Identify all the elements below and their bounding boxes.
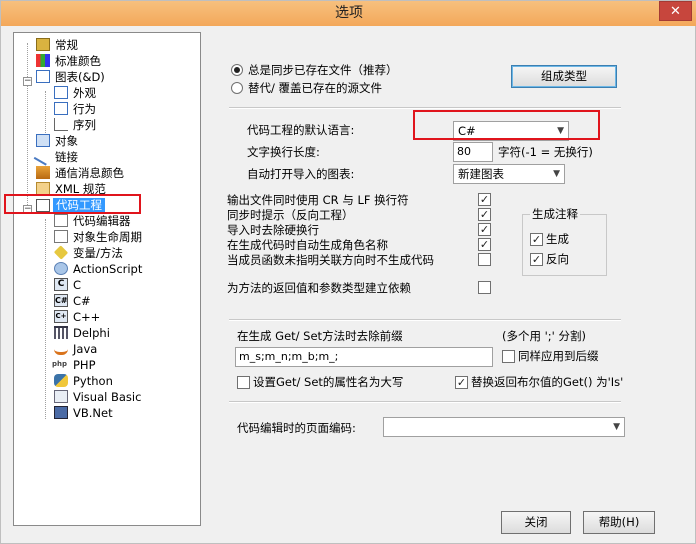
gen-notes-generate-label: 生成 xyxy=(546,232,569,246)
palette-icon xyxy=(36,54,50,67)
separator xyxy=(229,319,621,321)
close-window-button[interactable]: ✕ xyxy=(659,1,692,21)
object-icon xyxy=(36,134,50,147)
wrap-length-input[interactable]: 80 xyxy=(453,142,493,162)
diagram-icon xyxy=(36,70,50,83)
option-strip-hardbreaks-checkbox[interactable]: ✓ xyxy=(478,223,491,236)
option-role-names-checkbox[interactable]: ✓ xyxy=(478,238,491,251)
option-prompt-sync-checkbox[interactable]: ✓ xyxy=(478,208,491,221)
page-encoding-label: 代码编辑时的页面编码: xyxy=(237,421,356,435)
actionscript-icon xyxy=(54,262,68,275)
option-crlf-checkbox[interactable]: ✓ xyxy=(478,193,491,206)
open-imported-select[interactable]: 新建图表 ▼ xyxy=(453,164,565,184)
tree-line xyxy=(45,219,46,419)
strip-prefix-hint: (多个用 ';' 分割) xyxy=(502,329,586,343)
visual-basic-icon xyxy=(54,390,68,403)
highlight-box-tree xyxy=(4,194,141,214)
radio-overwrite-existing[interactable] xyxy=(231,82,243,94)
option-prompt-sync-label: 同步时提示（反向工程） xyxy=(227,208,354,222)
group-types-button[interactable]: 组成类型 xyxy=(511,65,617,88)
generate-notes-title: 生成注释 xyxy=(530,206,580,222)
message-icon xyxy=(36,166,50,179)
options-tree[interactable]: − − 常规 标准颜色 图表(&D) 外观 行为 序列 对象 链接 通信消息颜色… xyxy=(13,32,201,526)
radio-overwrite-label: 替代/ 覆盖已存在的源文件 xyxy=(248,81,383,95)
settings-icon xyxy=(36,38,50,51)
diagram-icon xyxy=(54,86,68,99)
return-dependency-label: 为方法的返回值和参数类型建立依赖 xyxy=(227,281,411,295)
editor-icon xyxy=(54,214,68,227)
wrap-length-hint: 字符(-1 = 无换行) xyxy=(498,145,593,159)
separator xyxy=(229,107,621,109)
option-no-code-checkbox[interactable] xyxy=(478,253,491,266)
replace-bool-label: 替换返回布尔值的Get() 为'Is' xyxy=(471,375,624,389)
chevron-down-icon: ▼ xyxy=(553,169,560,179)
attribute-icon xyxy=(53,245,69,260)
php-icon: php xyxy=(52,360,68,368)
code-engineering-panel: 总是同步已存在文件（推荐） 替代/ 覆盖已存在的源文件 组成类型 代码工程的默认… xyxy=(207,32,631,526)
sequence-icon xyxy=(54,118,68,131)
option-no-code-label: 当成员函数未指明关联方向时不生成代码 xyxy=(227,253,434,267)
close-button[interactable]: 关闭 xyxy=(501,511,571,534)
cpp-icon: C+ xyxy=(54,310,68,323)
capitalize-checkbox[interactable] xyxy=(237,376,250,389)
tree-line xyxy=(45,91,46,139)
separator xyxy=(229,401,621,403)
default-language-label: 代码工程的默认语言: xyxy=(247,123,355,137)
tree-line xyxy=(27,43,28,207)
dialog-client: − − 常规 标准颜色 图表(&D) 外观 行为 序列 对象 链接 通信消息颜色… xyxy=(4,26,691,539)
option-role-names-label: 在生成代码时自动生成角色名称 xyxy=(227,238,388,252)
help-button[interactable]: 帮助(H) xyxy=(583,511,655,534)
wrap-length-label: 文字换行长度: xyxy=(247,145,320,159)
chevron-down-icon: ▼ xyxy=(613,422,620,432)
csharp-icon: C# xyxy=(54,294,68,307)
radio-sync-label: 总是同步已存在文件（推荐） xyxy=(248,63,398,77)
replace-bool-checkbox[interactable]: ✓ xyxy=(455,376,468,389)
apply-suffix-label: 同样应用到后缀 xyxy=(518,349,599,363)
strip-prefix-input[interactable]: m_s;m_n;m_b;m_; xyxy=(235,347,493,367)
page-encoding-select[interactable]: ▼ xyxy=(383,417,625,437)
delphi-icon xyxy=(54,326,68,339)
option-crlf-label: 输出文件同时使用 CR 与 LF 换行符 xyxy=(227,193,409,207)
window-title: 选项 xyxy=(335,5,363,21)
gen-notes-generate-checkbox[interactable]: ✓ xyxy=(530,233,543,246)
gen-notes-reverse-checkbox[interactable]: ✓ xyxy=(530,253,543,266)
java-icon xyxy=(54,342,68,355)
c-language-icon: C xyxy=(54,278,68,291)
return-dependency-checkbox[interactable] xyxy=(478,281,491,294)
python-icon xyxy=(54,374,68,387)
apply-suffix-checkbox[interactable] xyxy=(502,350,515,363)
title-bar[interactable]: 选项 ✕ xyxy=(1,1,696,26)
vbnet-icon xyxy=(54,406,68,419)
diagram-icon xyxy=(54,102,68,115)
lifecycle-icon xyxy=(54,230,68,243)
capitalize-label: 设置Get/ Set的属性名为大写 xyxy=(253,375,404,389)
strip-prefix-label: 在生成 Get/ Set方法时去除前缀 xyxy=(237,329,403,343)
link-icon xyxy=(33,147,53,166)
options-dialog: 选项 ✕ − − 常规 标准颜色 图表(&D) 外观 行为 序列 对象 链接 通… xyxy=(0,0,696,544)
option-strip-hardbreaks-label: 导入时去除硬换行 xyxy=(227,223,319,237)
radio-sync-existing[interactable] xyxy=(231,64,243,76)
highlight-box-language xyxy=(413,110,600,140)
open-imported-label: 自动打开导入的图表: xyxy=(247,167,355,181)
tree-collapse-toggle[interactable]: − xyxy=(23,77,32,86)
gen-notes-reverse-label: 反向 xyxy=(546,252,569,266)
